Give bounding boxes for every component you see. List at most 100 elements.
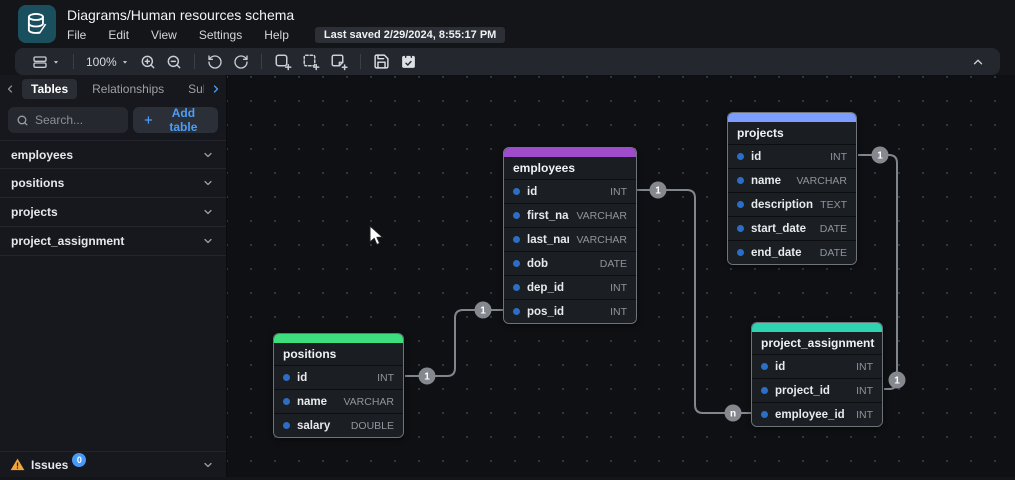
add-table-toolbar-button[interactable] <box>269 51 297 73</box>
field-name: id <box>775 360 786 373</box>
field-type: INT <box>830 150 847 163</box>
cardinality-label: n <box>724 404 742 422</box>
table-color-strip <box>728 113 856 122</box>
collapse-toolbar-button[interactable] <box>966 53 990 71</box>
field-type: VARCHAR <box>343 395 394 408</box>
menu-help[interactable]: Help <box>264 28 289 42</box>
header-text: Diagrams/Human resources schema File Edit… <box>67 5 506 43</box>
table-color-strip <box>752 323 882 332</box>
toolbar-separator <box>73 54 74 69</box>
table-positions[interactable]: positions id INT name VARCHAR salary DOUBLE <box>273 333 404 438</box>
field-name: pos_id <box>527 305 565 318</box>
page-title: Diagrams/Human resources schema <box>67 7 295 23</box>
zoom-out-icon <box>167 55 181 68</box>
table-field-row[interactable]: name VARCHAR <box>274 389 403 413</box>
app-logo-icon[interactable] <box>18 5 56 43</box>
menu-edit[interactable]: Edit <box>108 28 129 42</box>
add-note-button[interactable] <box>325 51 353 73</box>
field-dot-icon <box>283 422 290 429</box>
field-type: VARCHAR <box>796 174 847 187</box>
field-dot-icon <box>513 284 520 291</box>
add-table-button[interactable]: Add table <box>133 106 218 134</box>
menu-settings[interactable]: Settings <box>199 28 242 42</box>
field-type: INT <box>856 408 873 421</box>
svg-text:1: 1 <box>877 151 883 162</box>
redo-button[interactable] <box>228 52 254 72</box>
caret-down-icon <box>122 60 127 64</box>
sidebar-item-positions[interactable]: positions <box>0 169 226 198</box>
issues-section[interactable]: Issues 0 <box>0 451 226 477</box>
menu-items: File Edit View Settings Help <box>67 28 289 42</box>
field-type: DATE <box>819 222 847 235</box>
table-field-row[interactable]: name VARCHAR <box>728 168 856 192</box>
field-type: VARCHAR <box>576 233 627 246</box>
search-row: Add table <box>0 101 226 140</box>
tab-relationships[interactable]: Relationships <box>83 79 173 99</box>
field-type: INT <box>856 384 873 397</box>
table-field-row[interactable]: first_name VARCHAR <box>504 203 636 227</box>
search-box[interactable] <box>8 107 128 133</box>
sidebar-item-employees[interactable]: employees <box>0 140 226 169</box>
table-field-row[interactable]: salary DOUBLE <box>274 413 403 437</box>
tab-subject-are[interactable]: Subject Are <box>179 79 204 99</box>
sidebar-item-project_assignment[interactable]: project_assignment <box>0 227 226 256</box>
zoom-in-button[interactable] <box>135 52 161 72</box>
table-project_assignment[interactable]: project_assignment id INT project_id INT empl… <box>751 322 883 427</box>
table-field-row[interactable]: id INT <box>504 179 636 203</box>
table-field-row[interactable]: last_name VARCHAR <box>504 227 636 251</box>
add-area-button[interactable] <box>297 51 325 73</box>
diagram-canvas[interactable]: 111n11 employeesidINTfirst_nameVARCHARla… <box>227 75 1015 477</box>
todo-icon <box>401 53 415 68</box>
table-field-row[interactable]: employee_id INT <box>752 402 882 426</box>
tabs-scroll-right-icon[interactable] <box>210 83 222 95</box>
field-type: DOUBLE <box>350 419 394 432</box>
field-dot-icon <box>737 201 744 208</box>
field-dot-icon <box>513 236 520 243</box>
table-field-row[interactable]: start_date DATE <box>728 216 856 240</box>
table-field-row[interactable]: end_date DATE <box>728 240 856 264</box>
menu-file[interactable]: File <box>67 28 86 42</box>
menu-view[interactable]: View <box>151 28 177 42</box>
field-type: INT <box>856 360 873 373</box>
toolbar-separator <box>260 54 262 69</box>
diagram-layout-button[interactable] <box>27 52 66 72</box>
field-dot-icon <box>513 212 520 219</box>
undo-icon <box>208 54 222 69</box>
table-projects[interactable]: projects id INT name VARCHAR description TEXT s… <box>727 112 857 265</box>
table-field-row[interactable]: pos_id INT <box>504 299 636 323</box>
table-field-row[interactable]: id INT <box>752 354 882 378</box>
search-input[interactable] <box>35 113 120 127</box>
field-dot-icon <box>737 225 744 232</box>
field-name: end_date <box>751 246 802 259</box>
diagram-layout-icon <box>33 55 47 68</box>
field-dot-icon <box>761 363 768 370</box>
zoom-out-button[interactable] <box>161 52 187 72</box>
table-list: employees positions projects project_assign… <box>0 140 226 256</box>
field-name: first_name <box>527 209 569 222</box>
sidebar-item-projects[interactable]: projects <box>0 198 226 227</box>
table-field-row[interactable]: dob DATE <box>504 251 636 275</box>
tab-tables[interactable]: Tables <box>22 79 78 99</box>
zoom-level-dropdown[interactable]: 100% <box>81 53 135 71</box>
table-field-row[interactable]: id INT <box>728 144 856 168</box>
field-dot-icon <box>513 188 520 195</box>
sidebar-item-label: positions <box>11 176 65 190</box>
caret-down-icon <box>53 60 59 64</box>
tabs-scroll-left-icon[interactable] <box>4 83 16 95</box>
search-icon <box>17 115 28 125</box>
todo-button[interactable] <box>395 51 422 72</box>
issues-count-badge: 0 <box>72 452 87 467</box>
cardinality-label: 1 <box>649 181 667 199</box>
cardinality-label: 1 <box>888 371 906 389</box>
table-employees[interactable]: employeesidINTfirst_nameVARCHARlast_name… <box>503 147 637 324</box>
table-field-row[interactable]: description TEXT <box>728 192 856 216</box>
chevron-down-icon[interactable] <box>202 459 214 471</box>
relationship-positions_id-employees_pos_id[interactable] <box>405 309 503 377</box>
table-title: projects <box>728 122 856 144</box>
table-field-row[interactable]: dep_id INT <box>504 275 636 299</box>
table-field-row[interactable]: id INT <box>274 365 403 389</box>
table-field-row[interactable]: project_id INT <box>752 378 882 402</box>
save-button[interactable] <box>368 51 395 72</box>
field-type: TEXT <box>820 198 847 211</box>
undo-button[interactable] <box>202 52 228 72</box>
